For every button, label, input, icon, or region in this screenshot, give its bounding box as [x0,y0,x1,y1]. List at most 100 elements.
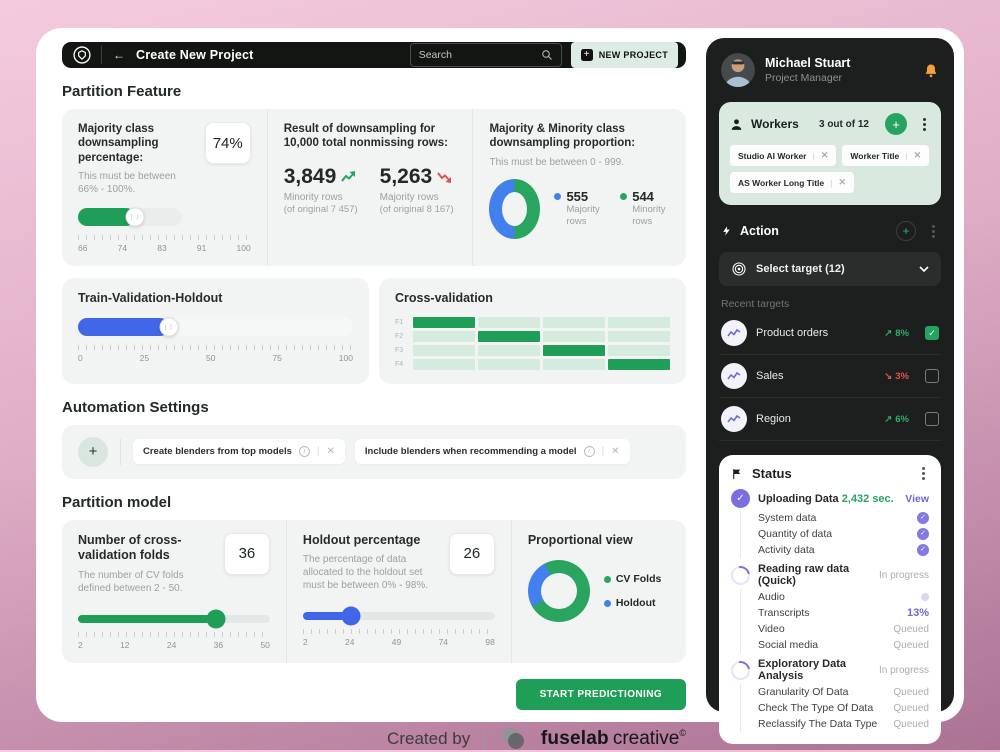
spinner-icon [727,562,753,588]
remove-tag-icon[interactable]: ✕ [821,150,829,161]
tvh-slider[interactable]: | | [78,318,353,336]
trend-down-icon [437,171,453,183]
slider-handle[interactable] [341,607,360,626]
footer-credit: Created by | fuselabcreative© [62,726,686,752]
slider-handle[interactable] [207,610,226,629]
downsampling-percentage-panel: Majority class downsampling percentage: … [62,109,267,266]
target-row-region[interactable]: Region ↗ 6% [719,398,941,441]
holdout-slider[interactable] [303,612,495,620]
automation-settings-card: + Create blenders from top models i | ✕ … [62,425,686,479]
chart-line-icon [721,320,747,346]
status-group-uploading: ✓ Uploading Data 2,432 sec. View [731,489,929,508]
fuselab-logo-icon [499,726,529,752]
target-row-sales[interactable]: Sales ↘ 3% [719,355,941,398]
check-circle-icon: ✓ [731,489,750,508]
holdout-panel: Holdout percentage The percentage of dat… [286,520,511,663]
start-predictioning-button[interactable]: START PREDICTIONING [516,679,686,710]
info-icon[interactable]: i [299,446,310,457]
holdout-ruler: 2 24 49 74 98 [303,629,495,647]
status-subitem: Social media Queued [758,637,929,653]
divider [120,439,121,465]
downsampling-slider[interactable]: | | [78,208,182,226]
proportion-donut-chart [489,179,540,239]
status-subitem: Granularity Of Data Queued [758,684,929,700]
spinner-icon [727,657,753,683]
section-heading-automation: Automation Settings [62,399,686,416]
workers-count: 3 out of 12 [819,119,869,130]
remove-tag-icon[interactable]: ✕ [839,177,847,188]
info-icon[interactable]: i [584,446,595,457]
new-project-button[interactable]: + NEW PROJECT [571,42,678,68]
slider-handle[interactable]: | | [159,317,178,336]
worker-tag[interactable]: Studio AI Worker |✕ [730,145,836,166]
folds-ruler: 2 12 24 36 50 [78,632,270,650]
target-checkbox-unchecked[interactable] [925,412,939,426]
status-subitem: Reclassify The Data Type Queued [758,716,929,732]
target-checkbox-unchecked[interactable] [925,369,939,383]
folds-value-box[interactable]: 36 [224,533,270,575]
add-worker-button[interactable]: + [885,113,907,135]
worker-tag[interactable]: Worker Title |✕ [842,145,929,166]
add-action-button[interactable]: + [896,221,916,241]
back-arrow-icon[interactable]: ← [111,48,127,62]
pending-dot-icon [921,593,929,601]
automation-chip[interactable]: Include blenders when recommending a mod… [355,439,630,464]
user-name: Michael Stuart [765,56,850,70]
status-menu-icon[interactable] [922,472,925,475]
workers-menu-icon[interactable] [923,123,926,126]
status-subitem: Activity data ✓ [758,542,929,558]
search-icon [541,49,553,61]
folds-slider[interactable] [78,615,270,623]
legend-holdout: Holdout [604,597,662,609]
action-menu-icon[interactable] [932,230,935,233]
status-subitem: Video Queued [758,621,929,637]
status-subitem: Audio [758,589,929,605]
select-target-dropdown[interactable]: Select target (12) [719,252,941,286]
search-placeholder: Search [419,49,452,61]
target-icon [731,261,747,277]
profile-header: Michael Stuart Project Manager [719,51,941,87]
partition-model-card: Number of cross-validation folds The num… [62,520,686,663]
status-subitem: Check The Type Of Data Queued [758,700,929,716]
remove-chip-icon[interactable]: ✕ [611,446,619,457]
chart-line-icon [721,406,747,432]
cross-validation-grid: F1 F2 F3 F4 [395,317,670,370]
person-icon [730,118,743,131]
automation-chip[interactable]: Create blenders from top models i | ✕ [133,439,345,464]
trend-down-icon: ↘ [884,371,892,382]
workers-card: Workers 3 out of 12 + Studio AI Worker |… [719,102,941,205]
check-icon: ✓ [917,544,929,556]
target-row-product-orders[interactable]: Product orders ↗ 8% ✓ [719,312,941,355]
trend-up-icon: ↗ [884,328,892,339]
proportional-donut-chart [528,560,590,622]
status-group-exploratory: Exploratory Data Analysis In progress [731,658,929,682]
legend-majority: 555 Majority rows [554,189,604,228]
status-group-reading: Reading raw data (Quick) In progress [731,563,929,587]
legend-minority: 544 Minority rows [620,189,670,228]
view-link[interactable]: View [905,493,929,505]
remove-tag-icon[interactable]: ✕ [914,150,922,161]
avatar[interactable] [721,53,755,87]
bell-icon[interactable] [923,62,939,79]
check-icon: ✓ [917,512,929,524]
tvh-ruler: 0 25 50 75 100 [78,345,353,363]
target-checkbox-checked[interactable]: ✓ [925,326,939,340]
search-input[interactable]: Search [410,43,562,67]
downsampling-result-panel: Result of downsampling for 10,000 total … [267,109,473,266]
status-subitem: Quantity of data ✓ [758,526,929,542]
legend-cv-folds: CV Folds [604,573,662,585]
flag-icon [731,467,744,481]
holdout-value-box[interactable]: 26 [449,533,495,575]
downsampling-ruler: 66 74 83 91 100 [78,235,251,253]
status-subitem: Transcripts 13% [758,605,929,621]
status-subitem: System data ✓ [758,510,929,526]
majority-rows-stat: 5,263 Majority rows (of original 8 167) [380,165,454,215]
section-heading-partition-model: Partition model [62,494,686,511]
downsampling-value-box[interactable]: 74% [205,122,251,164]
slider-handle[interactable]: | | [126,208,145,227]
remove-chip-icon[interactable]: ✕ [326,446,334,457]
worker-tag[interactable]: AS Worker Long Title |✕ [730,172,854,193]
add-setting-button[interactable]: + [78,437,108,467]
top-navbar: ← Create New Project Search + NEW PROJEC… [62,42,686,68]
main-content: ← Create New Project Search + NEW PROJEC… [46,38,700,712]
